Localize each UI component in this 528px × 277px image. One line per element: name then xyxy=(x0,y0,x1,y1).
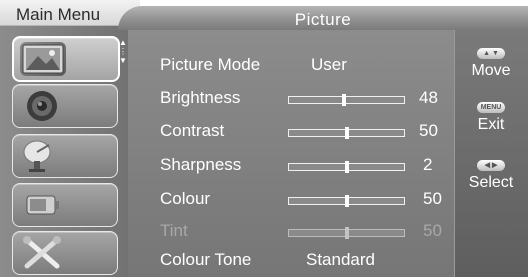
satellite-dish-icon xyxy=(19,139,65,173)
slider-thumb[interactable] xyxy=(344,195,349,207)
move-hint: ▲ ▼ Move xyxy=(454,48,528,80)
move-hint-label: Move xyxy=(471,62,511,79)
picture-mode-label: Picture Mode xyxy=(160,55,261,74)
brightness-label: Brightness xyxy=(160,88,241,107)
picture-icon xyxy=(20,42,66,76)
sharpness-value: 2 xyxy=(423,155,433,174)
contrast-label: Contrast xyxy=(160,121,225,140)
slider-thumb[interactable] xyxy=(342,94,347,106)
colour-label: Colour xyxy=(160,189,211,208)
tint-slider xyxy=(288,227,405,239)
scroll-down-icon: ▼ xyxy=(119,56,127,65)
exit-hint-label: Exit xyxy=(477,116,505,133)
tools-icon xyxy=(19,236,65,270)
brightness-value: 48 xyxy=(419,88,438,107)
up-down-button-icon: ▲ ▼ xyxy=(477,48,505,59)
scroll-dots-icon: ⋮ xyxy=(119,47,127,56)
slider-thumb[interactable] xyxy=(344,161,349,173)
sidebar-scroll-indicator[interactable]: ▲ ⋮ ▼ xyxy=(118,38,128,74)
slider-thumb xyxy=(344,227,349,239)
menu-button-icon: MENU xyxy=(477,102,505,113)
contrast-slider[interactable] xyxy=(288,127,405,139)
page-title: Picture xyxy=(294,10,352,29)
select-hint: ◀ ▶ Select xyxy=(454,160,528,192)
sidebar-item-setup[interactable] xyxy=(12,231,118,275)
exit-hint: MENU Exit xyxy=(454,102,528,134)
tint-label: Tint xyxy=(160,221,188,240)
sidebar-item-sound[interactable] xyxy=(12,84,118,128)
battery-icon xyxy=(19,188,65,222)
brightness-slider[interactable] xyxy=(288,94,405,106)
page-title-bar: Picture xyxy=(118,6,528,30)
scroll-up-icon: ▲ xyxy=(119,38,127,47)
slider-thumb[interactable] xyxy=(344,127,349,139)
main-menu-label: Main Menu xyxy=(16,5,101,24)
colour-slider[interactable] xyxy=(288,195,405,207)
tv-osd-menu: Main Menu Picture ▲ ⋮ ▼ Picture Mode Use… xyxy=(0,0,528,277)
tint-value: 50 xyxy=(423,221,442,240)
sidebar-item-channel[interactable] xyxy=(12,134,118,178)
sharpness-slider[interactable] xyxy=(288,161,405,173)
sharpness-label: Sharpness xyxy=(160,155,242,174)
colour-value: 50 xyxy=(423,189,442,208)
sidebar-item-feature[interactable] xyxy=(12,183,118,227)
speaker-icon xyxy=(19,89,65,123)
colour-tone-value: Standard xyxy=(306,250,375,269)
sidebar-item-picture[interactable] xyxy=(12,36,120,82)
left-right-button-icon: ◀ ▶ xyxy=(477,160,505,171)
picture-mode-value: User xyxy=(311,55,347,74)
contrast-value: 50 xyxy=(419,121,438,140)
select-hint-label: Select xyxy=(468,174,514,191)
colour-tone-label: Colour Tone xyxy=(160,250,252,269)
